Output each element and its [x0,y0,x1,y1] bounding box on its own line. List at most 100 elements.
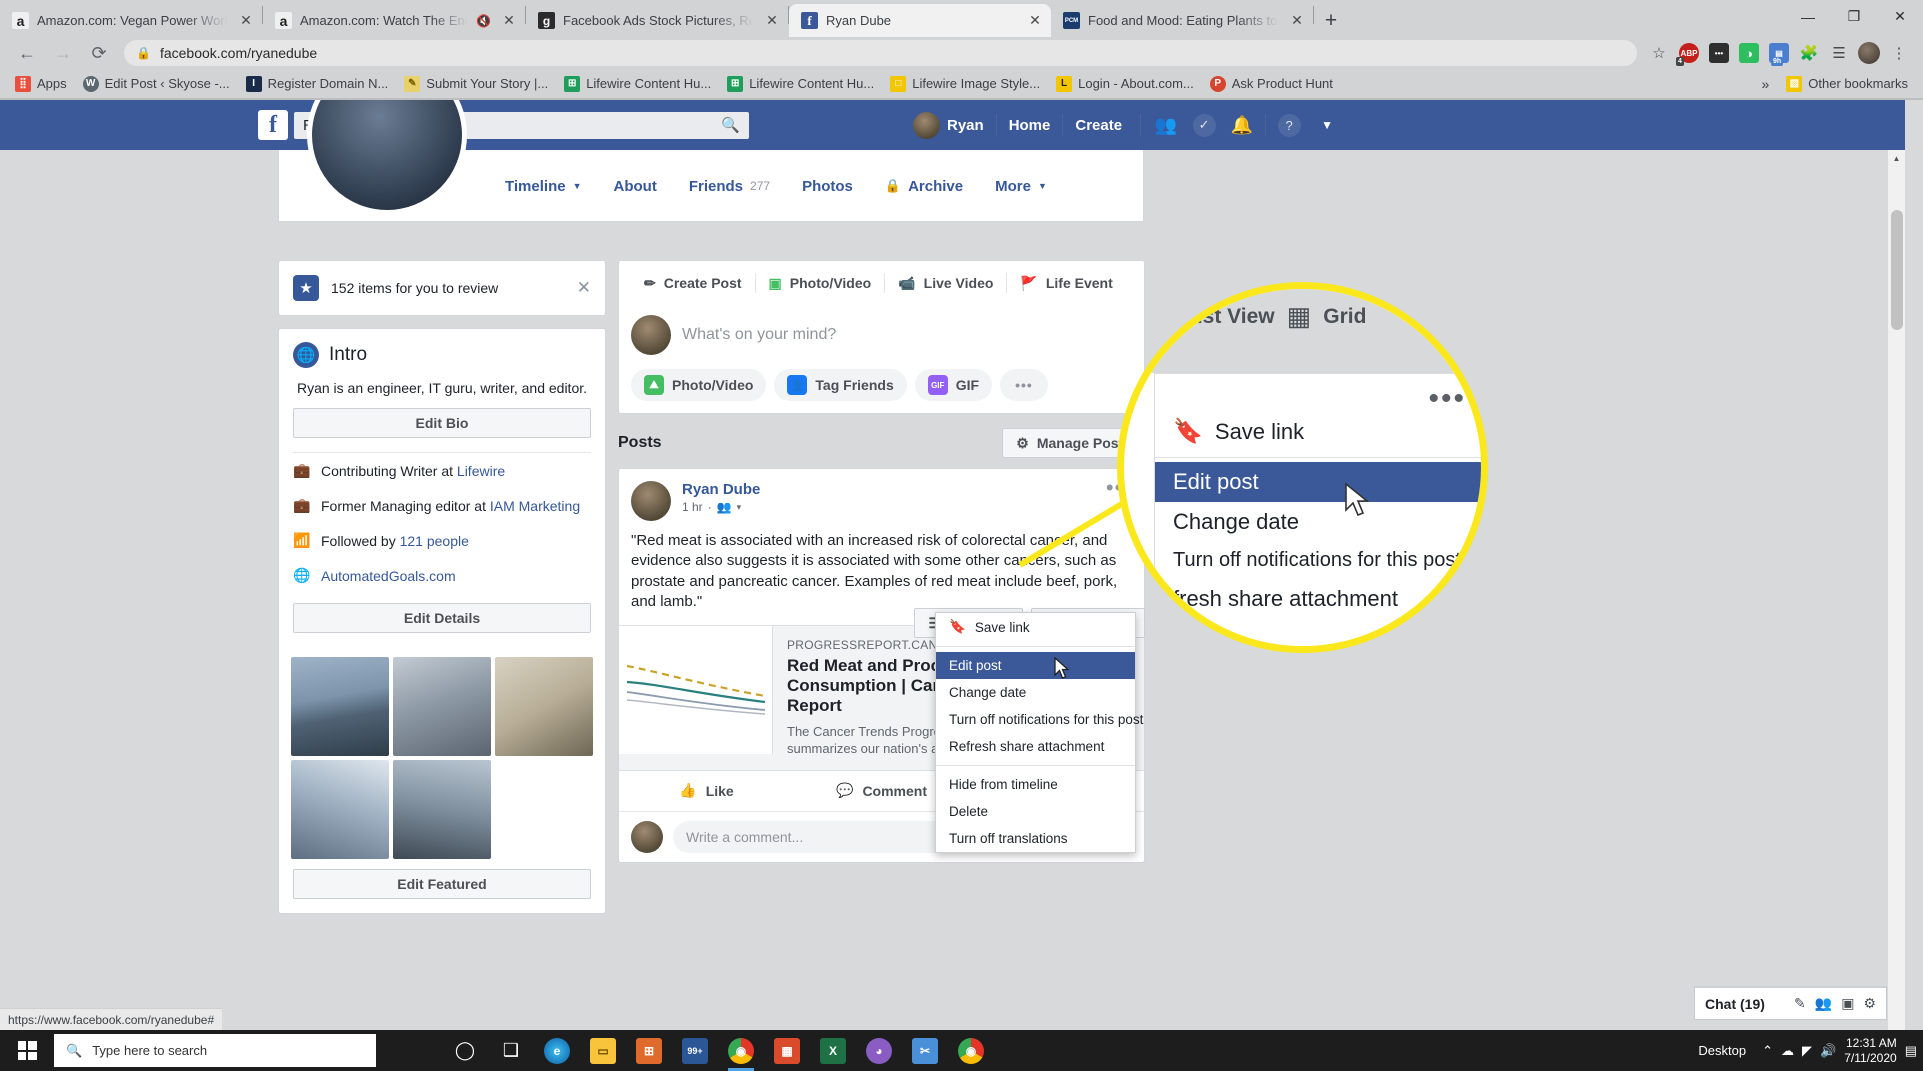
bookmark-item[interactable]: □ Lifewire Image Style... [883,73,1047,95]
photos-icon[interactable]: ▦ [766,1030,808,1071]
extension-dark-icon[interactable]: ••• [1705,39,1733,67]
chrome2-icon[interactable]: ◉ [950,1030,992,1071]
nav-home[interactable]: Home [997,109,1063,141]
tab-more[interactable]: More ▼ [979,166,1063,206]
friend-list-icon[interactable]: 👥 [1815,995,1832,1012]
menu-item-turn-off-translations[interactable]: Turn off translations [936,825,1135,852]
browser-tab[interactable]: a Amazon.com: Vegan Power Work ✕ [0,4,262,37]
like-button[interactable]: 👍 Like [619,782,794,799]
mail-icon[interactable]: 99+ [674,1030,716,1071]
menu-item-refresh-share-attachment[interactable]: Refresh share attachment [936,733,1135,760]
magnified-menu-item-edit-post[interactable]: Edit post [1155,462,1481,502]
magnified-menu-item-refresh-share-attachment[interactable]: fresh share attachment [1155,579,1481,619]
reload-button[interactable]: ⟳ [82,38,116,68]
magnified-menu-item-turn-off-notifications[interactable]: Turn off notifications for this post [1155,542,1481,579]
star-icon[interactable]: ☆ [1645,39,1673,67]
messenger-icon[interactable]: ✓ [1185,109,1223,141]
featured-photo[interactable] [291,657,389,756]
bookmark-item[interactable]: ✎ Submit Your Story |... [397,73,555,95]
close-window-button[interactable]: ✕ [1877,0,1923,33]
snip-icon[interactable]: ✂ [904,1030,946,1071]
avatar[interactable] [631,481,671,521]
tag-friends-button[interactable]: 👤 Tag Friends [774,369,907,401]
task-view-icon[interactable]: ❑ [490,1030,532,1071]
excel-icon[interactable]: X [812,1030,854,1071]
volume-icon[interactable]: 🔊 [1820,1043,1836,1059]
store-icon[interactable]: ⊞ [628,1030,670,1071]
chrome-icon[interactable]: ◉ [720,1030,762,1071]
magnified-menu-item-change-date[interactable]: Change date [1155,502,1481,542]
featured-photo[interactable] [393,760,491,859]
review-items-card[interactable]: ★ 152 items for you to review ✕ [278,260,606,316]
new-tab-button[interactable]: + [1314,4,1348,37]
edit-details-button[interactable]: Edit Details [293,603,591,633]
evernote-icon[interactable]: ◑ [1735,39,1763,67]
featured-photo[interactable] [495,657,593,756]
tab-archive[interactable]: 🔒 Archive [869,166,979,206]
tab-close-icon[interactable]: ✕ [1025,12,1045,29]
menu-item-edit-post[interactable]: Edit post [936,652,1135,679]
tab-mute-icon[interactable]: 🔇 [476,14,491,28]
browser-tab[interactable]: PCM Food and Mood: Eating Plants to ✕ [1051,4,1313,37]
tab-close-icon[interactable]: ✕ [236,12,256,29]
photo-video-tab[interactable]: ▣ Photo/Video [756,275,885,292]
show-hidden-icons[interactable]: ⌃ [1762,1043,1773,1059]
compose-icon[interactable]: ✎ [1794,995,1806,1012]
browser-tab-active[interactable]: f Ryan Dube ✕ [789,4,1051,37]
reading-list-icon[interactable]: ☰ [1825,39,1853,67]
nav-profile[interactable]: Ryan [901,109,996,141]
windows-start-icon[interactable] [0,1030,54,1071]
taskbar-clock[interactable]: 12:31 AM 7/11/2020 [1844,1036,1897,1066]
minimize-button[interactable]: — [1785,0,1831,33]
post-author[interactable]: Ryan Dube [682,481,760,498]
tab-close-icon[interactable]: ✕ [1287,12,1307,29]
notification-center-icon[interactable]: ▤ [1905,1043,1917,1059]
chat-settings-icon[interactable]: ⚙ [1863,995,1876,1012]
magnified-ellipsis-icon[interactable]: ••• [1428,384,1466,414]
tab-about[interactable]: About [598,166,673,206]
facebook-logo-icon[interactable]: f [258,110,288,140]
avatar[interactable] [1855,39,1883,67]
magnified-list-view-label[interactable]: List View [1184,305,1275,329]
life-event-tab[interactable]: 🚩 Life Event [1007,275,1125,292]
puzzle-icon[interactable]: 🧩 [1795,39,1823,67]
adblock-icon[interactable]: ABP 4 [1675,39,1703,67]
live-video-tab[interactable]: 📹 Live Video [885,275,1006,292]
edit-bio-button[interactable]: Edit Bio [293,408,591,438]
bookmark-item[interactable]: ⊞ Lifewire Content Hu... [720,73,881,95]
chat-bar[interactable]: Chat (19) ✎ 👥 ▣ ⚙ [1694,986,1887,1020]
other-bookmarks-folder[interactable]: ▧ Other bookmarks [1779,73,1915,95]
back-button[interactable]: ← [10,38,44,68]
create-post-tab[interactable]: ✏ Create Post [631,275,755,292]
gif-button[interactable]: GIF GIF [914,369,993,401]
nav-create[interactable]: Create [1063,109,1134,141]
profile-picture[interactable] [307,100,467,215]
bookmark-item[interactable]: I Register Domain N... [239,73,396,95]
chrome-menu-icon[interactable]: ⋮ [1885,39,1913,67]
scrollbar-thumb[interactable] [1891,210,1903,330]
file-explorer-icon[interactable]: ▭ [582,1030,624,1071]
featured-photo[interactable] [393,657,491,756]
edit-featured-button[interactable]: Edit Featured [293,869,591,899]
post-composer-input[interactable]: What's on your mind? [682,326,1132,344]
tab-timeline[interactable]: Timeline ▼ [489,166,598,206]
menu-item-turn-off-notifications[interactable]: Turn off notifications for this post [936,706,1143,733]
search-icon[interactable]: 🔍 [721,116,740,134]
forward-button[interactable]: → [46,38,80,68]
pocket-icon[interactable]: ▤ 9h [1765,39,1793,67]
video-chat-icon[interactable]: ▣ [1841,995,1854,1012]
intro-row-link[interactable]: AutomatedGoals.com [321,568,456,584]
tab-close-icon[interactable]: ✕ [762,12,782,29]
taskbar-search-input[interactable]: 🔍 Type here to search [54,1034,376,1067]
network-icon[interactable]: ◤ [1802,1043,1812,1059]
scroll-up-icon[interactable]: ▲ [1888,150,1905,167]
cortana-icon[interactable]: ◯ [444,1030,486,1071]
address-bar[interactable]: 🔒 facebook.com/ryanedube [124,40,1637,66]
friend-requests-icon[interactable]: 👥 [1147,109,1185,141]
close-icon[interactable]: ✕ [577,278,591,298]
magnified-menu-item-save-link[interactable]: 🔖 Save link [1155,410,1481,453]
more-options-button[interactable]: ••• [1000,369,1048,401]
browser-tab[interactable]: g Facebook Ads Stock Pictures, Roy ✕ [526,4,788,37]
friends-icon[interactable]: 👥 [717,500,732,514]
menu-item-save-link[interactable]: 🔖 Save link [936,613,1135,641]
